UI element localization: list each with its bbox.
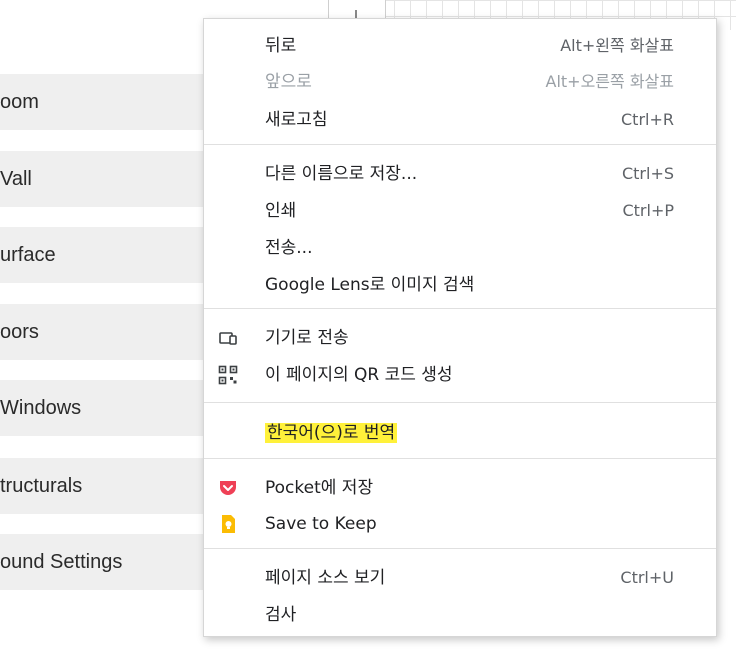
- sidebar-item-label: Vall: [0, 168, 32, 190]
- menu-item-save-as[interactable]: 다른 이름으로 저장... Ctrl+S: [204, 156, 716, 192]
- menu-item-reload[interactable]: 새로고침 Ctrl+R: [204, 102, 716, 138]
- menu-item-shortcut: Ctrl+R: [621, 110, 674, 129]
- sidebar-item-doors[interactable]: oors: [0, 304, 212, 360]
- sidebar-item-sound-settings[interactable]: ound Settings: [0, 534, 212, 590]
- menu-item-translate[interactable]: 한국어(으)로 번역: [204, 415, 716, 451]
- menu-separator: [204, 548, 716, 549]
- menu-item-view-source[interactable]: 페이지 소스 보기 Ctrl+U: [204, 560, 716, 596]
- menu-item-pocket[interactable]: Pocket에 저장: [204, 470, 716, 506]
- sidebar-item-label: oom: [0, 91, 39, 113]
- menu-item-inspect[interactable]: 검사: [204, 597, 716, 633]
- sidebar-item-label: tructurals: [0, 475, 83, 497]
- sidebar-item-surface[interactable]: urface: [0, 227, 212, 283]
- menu-item-label: 앞으로: [265, 72, 312, 92]
- menu-separator: [204, 458, 716, 459]
- menu-item-send-to-device[interactable]: 기기로 전송: [204, 320, 716, 356]
- menu-item-label: 한국어(으)로 번역: [265, 423, 398, 443]
- menu-item-label: Google Lens로 이미지 검색: [265, 275, 475, 295]
- menu-item-shortcut: Ctrl+P: [622, 201, 674, 220]
- menu-item-qr-code[interactable]: 이 페이지의 QR 코드 생성: [204, 357, 716, 393]
- menu-item-label: 뒤로: [265, 36, 297, 56]
- sidebar-item-label: ound Settings: [0, 551, 123, 573]
- sidebar-item-label: oors: [0, 321, 39, 343]
- menu-item-shortcut: Alt+오른쪽 화살표: [545, 72, 674, 91]
- sidebar-item-structurals[interactable]: tructurals: [0, 458, 212, 514]
- device-icon: [218, 328, 238, 348]
- menu-item-label: 검사: [265, 605, 297, 625]
- menu-item-label: Save to Keep: [265, 514, 377, 534]
- menu-separator: [204, 308, 716, 309]
- menu-item-label: 페이지 소스 보기: [265, 568, 386, 588]
- menu-item-label: 이 페이지의 QR 코드 생성: [265, 365, 453, 385]
- menu-item-label: 다른 이름으로 저장...: [265, 164, 418, 184]
- menu-separator: [204, 144, 716, 145]
- menu-item-print[interactable]: 인쇄 Ctrl+P: [204, 193, 716, 229]
- menu-item-shortcut: Ctrl+U: [620, 568, 674, 587]
- menu-item-forward[interactable]: 앞으로 Alt+오른쪽 화살표: [204, 64, 716, 100]
- menu-item-shortcut: Alt+왼쪽 화살표: [560, 36, 674, 55]
- context-menu: 뒤로 Alt+왼쪽 화살표 앞으로 Alt+오른쪽 화살표 새로고침 Ctrl+…: [203, 18, 717, 637]
- menu-item-shortcut: Ctrl+S: [621, 164, 674, 183]
- sidebar-item-label: urface: [0, 244, 56, 266]
- menu-item-back[interactable]: 뒤로 Alt+왼쪽 화살표: [204, 28, 716, 64]
- sidebar-item-room[interactable]: oom: [0, 74, 212, 130]
- pocket-icon: [218, 478, 238, 498]
- menu-separator: [204, 402, 716, 403]
- menu-item-google-lens[interactable]: Google Lens로 이미지 검색: [204, 267, 716, 303]
- menu-item-label: 새로고침: [265, 110, 328, 130]
- qr-code-icon: [218, 365, 238, 385]
- sidebar-item-windows[interactable]: Windows: [0, 380, 212, 436]
- menu-item-label: 전송...: [265, 238, 313, 258]
- sidebar-item-label: Windows: [0, 397, 82, 419]
- keep-icon: [218, 514, 238, 534]
- sidebar-item-wall[interactable]: Vall: [0, 151, 212, 207]
- menu-item-label: 기기로 전송: [265, 328, 349, 348]
- menu-item-cast[interactable]: 전송...: [204, 230, 716, 266]
- menu-item-label: Pocket에 저장: [265, 478, 374, 498]
- menu-item-save-to-keep[interactable]: Save to Keep: [204, 506, 716, 542]
- menu-item-label: 인쇄: [265, 201, 297, 221]
